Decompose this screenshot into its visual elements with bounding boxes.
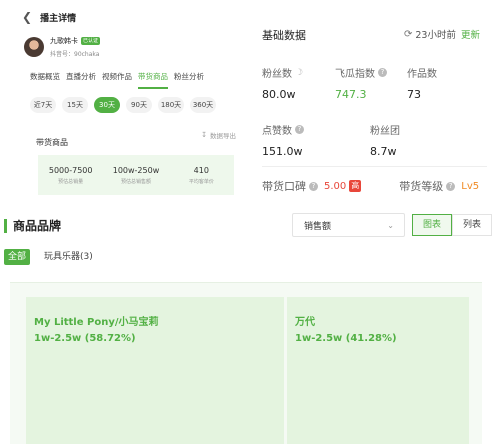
day-filter-180[interactable]: 180天 xyxy=(158,97,184,113)
reputation-score: 5.00 xyxy=(324,180,347,192)
reputation-badge: 高 xyxy=(349,180,362,192)
reputation-label: 带货口碑 xyxy=(262,180,306,193)
reputation-row: 带货口碑 ? 5.00 高 带货等级 ? Lv5 xyxy=(262,178,500,194)
streamer-detail-panel: ❮ 播主详情 九歌韩卡 已认证 抖音号：90chaka 数据概览 直播分析 视频… xyxy=(10,0,236,210)
metric-feigua-index: 飞瓜指数 ? 747.3 xyxy=(335,65,387,101)
chart-view-button[interactable]: 图表 xyxy=(412,214,452,236)
help-icon[interactable]: ? xyxy=(295,125,304,134)
view-toggle: 图表 列表 xyxy=(412,214,492,236)
help-icon[interactable]: ? xyxy=(378,68,387,77)
metric-fans: 粉丝数 ☽ 80.0w xyxy=(262,65,304,102)
moon-icon: ☽ xyxy=(295,67,304,78)
metric-value: 80.0w xyxy=(262,88,296,101)
stat-label: 预估总销售额 xyxy=(120,178,151,185)
update-row: ⟳ 23小时前 更新 xyxy=(404,27,480,42)
tile-value: 1w-2.5w (41.28%) xyxy=(295,333,397,344)
metric-label: 粉丝团 xyxy=(370,126,400,137)
metric-value: 747.3 xyxy=(335,88,367,101)
stat-value: 5000-7500 xyxy=(48,165,93,175)
stat-label: 预估总销量 xyxy=(58,178,84,185)
goods-header: 带货商品 ↧ 数据导出 xyxy=(36,130,236,149)
back-row[interactable]: ❮ 播主详情 xyxy=(22,10,76,24)
stat-total-revenue: 100w-250w 预估总销售额 xyxy=(103,155,168,195)
day-range-filter: 近7天 15天 30天 90天 180天 360天 xyxy=(30,97,216,113)
metric-value: 151.0w xyxy=(262,145,303,158)
refresh-icon[interactable]: ⟳ xyxy=(404,29,412,40)
level-value: Lv5 xyxy=(461,180,480,192)
chevron-left-icon[interactable]: ❮ xyxy=(22,10,32,24)
metric-value: 73 xyxy=(407,88,421,101)
filter-toys[interactable]: 玩具乐器(3) xyxy=(44,249,93,265)
stat-label: 平均客单价 xyxy=(188,178,214,185)
metric-label: 作品数 xyxy=(407,69,437,80)
tile-value: 1w-2.5w (58.72%) xyxy=(34,333,136,344)
category-filter: 全部 玩具乐器(3) xyxy=(4,249,93,265)
treemap-tile[interactable]: 万代 1w-2.5w (41.28%) xyxy=(287,297,469,444)
tab-videos[interactable]: 视频作品 xyxy=(102,71,132,89)
filter-all[interactable]: 全部 xyxy=(4,249,31,265)
brand-section-header: 商品品牌 xyxy=(4,217,61,234)
profile-account-id: 抖音号：90chaka xyxy=(50,51,100,58)
metric-works: 作品数 73 xyxy=(407,65,437,101)
update-time: 23小时前 xyxy=(415,30,456,41)
metric-select[interactable]: 销售额 ⌄ xyxy=(292,213,405,237)
tile-name: My Little Pony/小马宝莉 xyxy=(34,317,159,328)
metric-value: 8.7w xyxy=(370,145,397,158)
brand-treemap: My Little Pony/小马宝莉 1w-2.5w (58.72%) 万代 … xyxy=(10,282,482,444)
avatar[interactable] xyxy=(24,37,44,57)
level-label: 带货等级 xyxy=(399,180,444,193)
verified-badge: 已认证 xyxy=(81,37,101,45)
basic-data-panel: 基础数据 ⟳ 23小时前 更新 粉丝数 ☽ 80.0w 飞瓜指数 ? 747.3… xyxy=(262,0,500,205)
profile-name: 九歌韩卡 xyxy=(50,37,78,45)
stat-value: 100w-250w xyxy=(112,165,160,175)
profile-card[interactable]: 九歌韩卡 已认证 抖音号：90chaka xyxy=(24,36,101,58)
stat-value: 410 xyxy=(193,165,209,175)
goods-title: 带货商品 xyxy=(36,138,68,147)
metric-likes: 点赞数 ? 151.0w xyxy=(262,122,304,158)
tab-overview[interactable]: 数据概览 xyxy=(30,71,60,89)
section-accent-bar xyxy=(4,218,7,233)
metric-label: 点赞数 xyxy=(262,126,292,137)
day-filter-15[interactable]: 15天 xyxy=(62,97,88,113)
basic-data-title: 基础数据 xyxy=(262,29,306,42)
stat-avg-price: 410 平均客单价 xyxy=(169,155,234,195)
metric-label: 粉丝数 xyxy=(262,69,292,80)
tab-fans[interactable]: 粉丝分析 xyxy=(174,71,204,89)
day-filter-360[interactable]: 360天 xyxy=(190,97,216,113)
day-filter-90[interactable]: 90天 xyxy=(126,97,152,113)
brand-title: 商品品牌 xyxy=(13,219,62,233)
day-filter-7[interactable]: 近7天 xyxy=(30,97,56,113)
stat-total-sales: 5000-7500 预估总销量 xyxy=(38,155,103,195)
chevron-down-icon[interactable]: ⌄ xyxy=(387,221,394,230)
help-icon[interactable]: ? xyxy=(309,181,318,191)
tile-name: 万代 xyxy=(295,317,315,328)
goods-stats-box: 5000-7500 预估总销量 100w-250w 预估总销售额 410 平均客… xyxy=(38,155,234,195)
download-icon[interactable]: ↧ xyxy=(201,131,207,139)
tab-goods[interactable]: 带货商品 xyxy=(138,71,168,89)
select-value[interactable]: 销售额 xyxy=(304,219,331,232)
tab-live-analysis[interactable]: 直播分析 xyxy=(66,71,96,89)
day-filter-30[interactable]: 30天 xyxy=(94,97,120,113)
list-view-button[interactable]: 列表 xyxy=(452,214,492,236)
detail-tabs: 数据概览 直播分析 视频作品 带货商品 粉丝分析 xyxy=(30,71,204,89)
export-label[interactable]: 数据导出 xyxy=(210,130,236,140)
page-title: 播主详情 xyxy=(40,13,77,24)
export-button[interactable]: ↧ 数据导出 xyxy=(201,130,236,140)
help-icon[interactable]: ? xyxy=(446,181,456,191)
treemap-tile[interactable]: My Little Pony/小马宝莉 1w-2.5w (58.72%) xyxy=(26,297,284,444)
metric-label: 飞瓜指数 xyxy=(335,69,375,80)
update-button[interactable]: 更新 xyxy=(461,27,480,41)
divider xyxy=(262,166,487,167)
metric-fan-club: 粉丝团 8.7w xyxy=(370,122,400,158)
